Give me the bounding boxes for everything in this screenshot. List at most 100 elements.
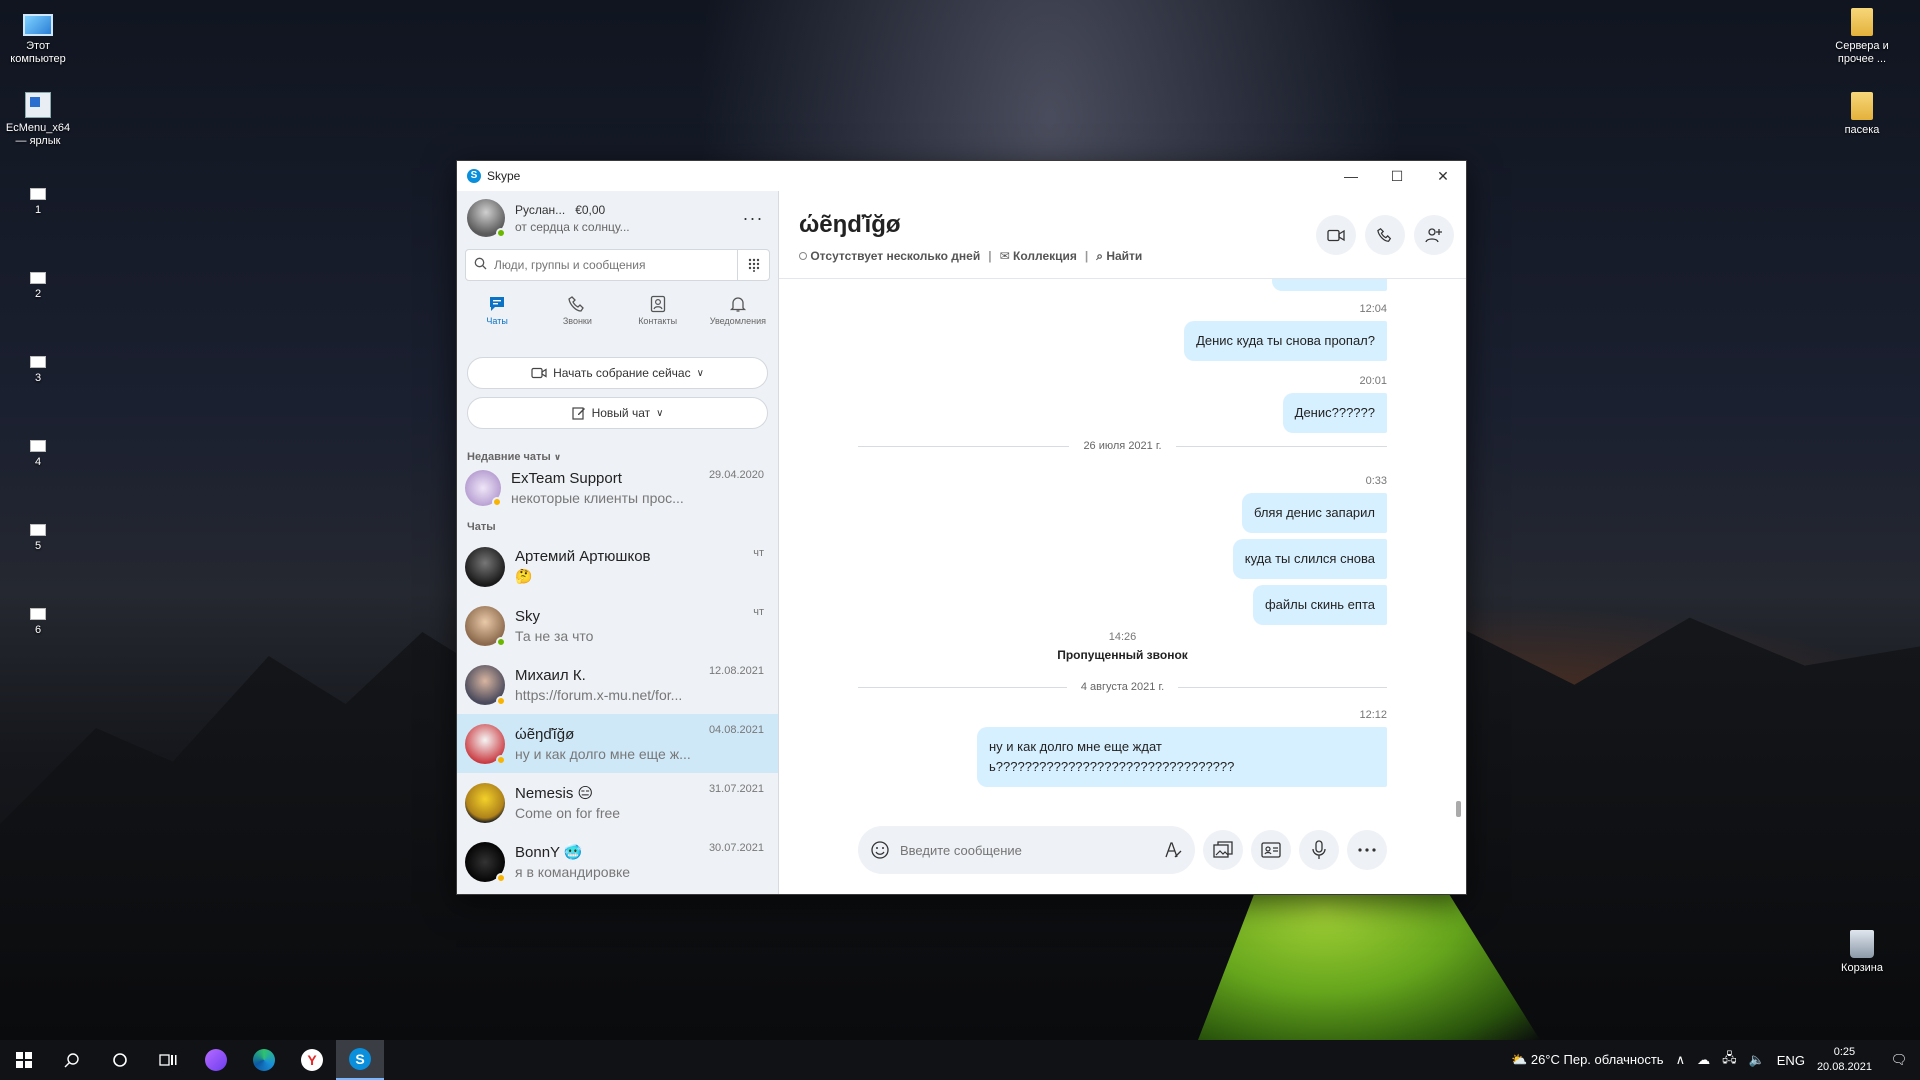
message-bubble[interactable]: куда ты слился снова xyxy=(1232,539,1387,579)
chevron-down-icon: ∨ xyxy=(656,407,664,419)
message-bubble[interactable]: Денис?????? xyxy=(1282,393,1387,433)
weather-widget[interactable]: ⛅ 26°C Пер. облачность xyxy=(1511,1052,1664,1068)
maximize-button[interactable]: ☐ xyxy=(1374,161,1420,191)
notification-center-icon[interactable]: 🗨 xyxy=(1884,1052,1914,1068)
desktop-icon-file-6[interactable]: 6 xyxy=(0,600,76,637)
find-link[interactable]: ⌕ Найти xyxy=(1096,249,1142,264)
date-divider: 4 августа 2021 г. xyxy=(858,681,1387,693)
onedrive-cloud-icon[interactable]: ☁ xyxy=(1697,1052,1710,1068)
chat-date: 04.08.2021 xyxy=(708,724,764,736)
chat-item-artemiy[interactable]: Артемий Артюшков 🤔 чт xyxy=(457,537,778,596)
desktop-icon-file-2[interactable]: 2 xyxy=(0,264,76,301)
network-icon[interactable]: 🖧 xyxy=(1722,1049,1737,1071)
profile-avatar[interactable] xyxy=(467,199,506,238)
missed-call-notice[interactable]: 14:26 Пропущенный звонок xyxy=(858,631,1387,662)
voice-message-button[interactable] xyxy=(1299,830,1339,870)
desktop-icon-file-4[interactable]: 4 xyxy=(0,432,76,469)
tab-calls[interactable]: Звонки xyxy=(537,291,617,341)
taskbar-edge-app[interactable] xyxy=(240,1040,288,1080)
message-bubble[interactable]: ну и как долго мне еще ждать????????????… xyxy=(977,727,1387,787)
more-options-button[interactable]: ··· xyxy=(738,208,768,229)
image-icon xyxy=(1213,841,1233,858)
profile-header[interactable]: Руслан... €0,00 от сердца к солнцу... ··… xyxy=(457,191,778,245)
search-icon: ⌕ xyxy=(1096,249,1103,263)
chat-preview: Та не за что xyxy=(515,627,594,644)
send-contact-button[interactable] xyxy=(1251,830,1291,870)
dialpad-icon[interactable] xyxy=(737,249,769,281)
tab-chats[interactable]: Чаты xyxy=(457,291,537,341)
clock[interactable]: 0:25 20.08.2021 xyxy=(1817,1045,1872,1075)
message-list[interactable]: 12:04 Денис куда ты снова пропал? 20:01 … xyxy=(779,279,1466,794)
away-status-indicator xyxy=(496,872,506,883)
desktop-icon-file-5[interactable]: 5 xyxy=(0,516,76,553)
audio-call-button[interactable] xyxy=(1365,215,1405,255)
close-button[interactable]: ✕ xyxy=(1420,161,1466,191)
recent-chats-toggle[interactable]: Недавние чаты ∨ xyxy=(457,451,778,463)
desktop-icon-file-1[interactable]: 1 xyxy=(0,180,76,217)
profile-mood: от сердца к солнцу... xyxy=(515,219,630,234)
taskbar-yandex-browser[interactable]: Y xyxy=(288,1040,336,1080)
desktop-icon-servers-folder[interactable]: Сервера и прочее ... xyxy=(1824,8,1900,66)
search-input[interactable] xyxy=(494,258,737,272)
taskbar-skype-app[interactable]: S xyxy=(336,1040,384,1080)
search-bar[interactable] xyxy=(465,249,770,281)
avatar xyxy=(465,546,505,587)
desktop-icon-ecmenu[interactable]: EcMenu_x64 — ярлык xyxy=(0,92,76,148)
media-gallery-button[interactable] xyxy=(1203,830,1243,870)
task-view-button[interactable] xyxy=(144,1040,192,1080)
avatar xyxy=(465,664,506,706)
message-time: 12:12 xyxy=(1359,709,1387,721)
folder-icon xyxy=(1851,92,1873,120)
desktop-icon-recycle-bin[interactable]: Корзина xyxy=(1824,930,1900,975)
text-format-icon xyxy=(1165,842,1182,858)
presence-status: Отсутствует несколько дней xyxy=(799,249,980,264)
windows-logo-icon xyxy=(16,1052,32,1068)
search-icon xyxy=(64,1053,79,1068)
conversation-header: ώẽŋďĭğø Отсутствует несколько дней | ✉ К… xyxy=(779,191,1466,279)
date-divider: 26 июля 2021 г. xyxy=(858,440,1387,452)
tab-contacts[interactable]: Контакты xyxy=(618,291,698,341)
desktop-icon-this-pc[interactable]: Этот компьютер xyxy=(0,6,76,66)
more-icon xyxy=(1358,848,1376,852)
message-bubble[interactable]: файлы скинь епта xyxy=(1252,585,1387,625)
cortana-button[interactable] xyxy=(96,1040,144,1080)
video-call-button[interactable] xyxy=(1316,215,1356,255)
title-bar: S Skype — ☐ ✕ xyxy=(457,161,1466,191)
meet-now-button[interactable]: Начать собрание сейчас ∨ xyxy=(467,357,768,389)
message-scrollbar[interactable] xyxy=(1456,801,1461,817)
minimize-button[interactable]: — xyxy=(1328,161,1374,191)
missed-call-time: 14:26 xyxy=(1108,631,1137,643)
chat-item-mikhail[interactable]: Михаил К. https://forum.x-mu.net/for... … xyxy=(457,655,778,714)
profile-balance[interactable]: €0,00 xyxy=(575,203,605,217)
yandex-browser-icon: Y xyxy=(301,1049,323,1071)
message-input[interactable] xyxy=(900,842,1163,858)
language-indicator[interactable]: ENG xyxy=(1777,1053,1805,1068)
more-actions-button[interactable] xyxy=(1347,830,1387,870)
start-button[interactable] xyxy=(0,1040,48,1080)
desktop-icon-paseka-folder[interactable]: пасека xyxy=(1824,92,1900,137)
chat-item-sky[interactable]: Sky Та не за что чт xyxy=(457,596,778,655)
file-icon xyxy=(30,524,46,536)
taskbar-alice-app[interactable] xyxy=(192,1040,240,1080)
volume-icon[interactable]: 🔈 xyxy=(1749,1052,1765,1068)
chat-item-bonny[interactable]: BonnY 🥶 я в командировке 30.07.2021 xyxy=(457,832,778,891)
new-chat-button[interactable]: Новый чат ∨ xyxy=(467,397,768,429)
search-button[interactable] xyxy=(48,1040,96,1080)
chat-date: чт xyxy=(753,547,764,559)
message-bubble[interactable]: бляя денис запарил xyxy=(1241,493,1387,533)
show-hidden-icons-chevron[interactable]: ∧ xyxy=(1676,1052,1686,1068)
file-icon xyxy=(30,356,46,368)
away-status-indicator xyxy=(492,497,502,507)
chat-item-wendigo[interactable]: ώẽŋďĭğø ну и как долго мне еще ж... 04.0… xyxy=(457,714,778,773)
add-people-button[interactable] xyxy=(1414,215,1454,255)
chat-item-nemesis[interactable]: Nemesis 😑 Come on for free 31.07.2021 xyxy=(457,773,778,832)
chat-name: Sky xyxy=(515,607,541,625)
chat-date: 31.07.2021 xyxy=(708,783,764,795)
desktop-icon-file-3[interactable]: 3 xyxy=(0,348,76,385)
message-bubble-partial[interactable] xyxy=(1272,279,1387,291)
compose-box[interactable] xyxy=(858,826,1195,874)
tab-notifications[interactable]: Уведомления xyxy=(698,291,778,341)
message-bubble[interactable]: Денис куда ты снова пропал? xyxy=(1184,321,1387,361)
chat-item-exteam-support[interactable]: ExTeam Support некоторые клиенты прос...… xyxy=(457,465,778,511)
gallery-link[interactable]: ✉ Коллекция xyxy=(1000,249,1077,264)
